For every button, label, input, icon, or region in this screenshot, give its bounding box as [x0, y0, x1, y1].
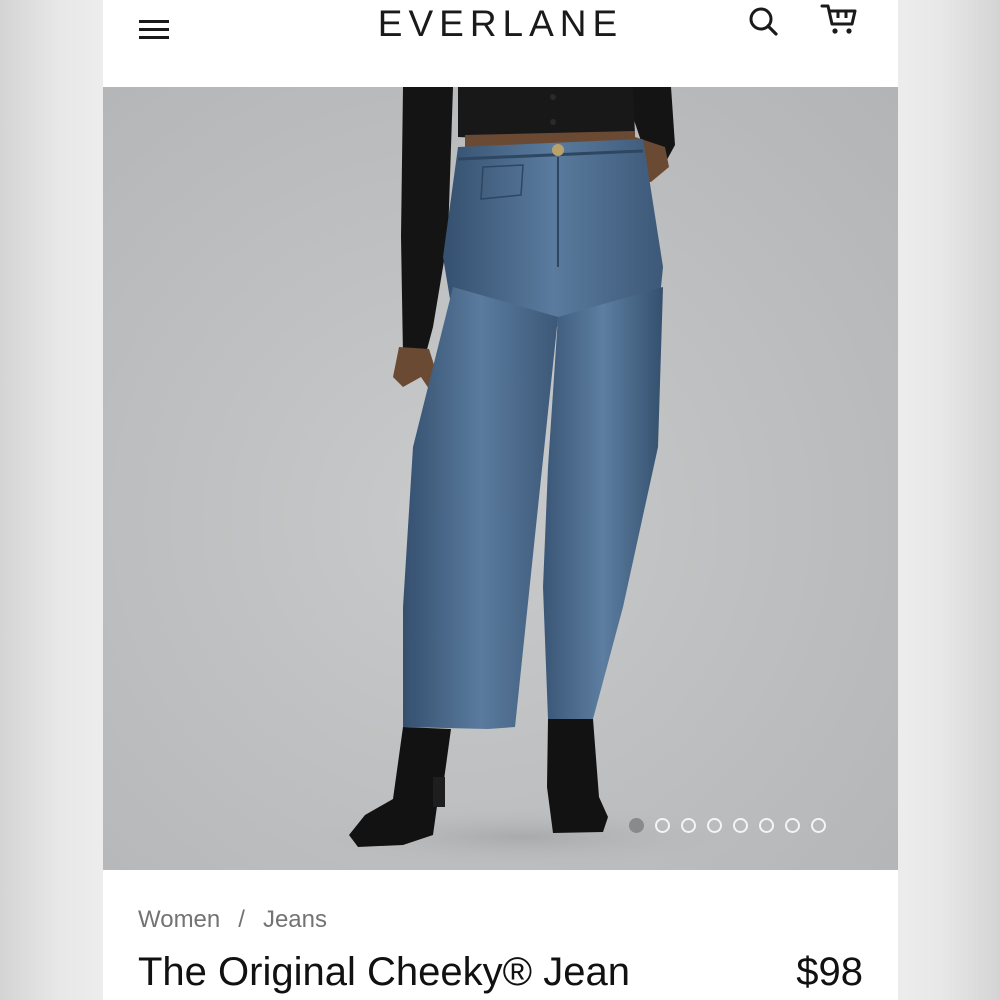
- gallery-dot-5[interactable]: [733, 818, 748, 833]
- cart-button[interactable]: [819, 0, 859, 40]
- gallery-dot-8[interactable]: [811, 818, 826, 833]
- gallery-dot-3[interactable]: [681, 818, 696, 833]
- breadcrumb-women-link[interactable]: Women: [138, 906, 220, 934]
- product-photo: [303, 87, 743, 867]
- product-title: The Original Cheeky® Jean: [138, 950, 630, 994]
- gallery-pagination: [629, 818, 826, 836]
- breadcrumb-jeans-link[interactable]: Jeans: [263, 906, 327, 934]
- gallery-dot-4[interactable]: [707, 818, 722, 833]
- phone-screen: EVERLANE Women / Jeans The Original Chee…: [103, 0, 898, 1000]
- product-image-gallery[interactable]: [103, 87, 898, 870]
- product-info: Women / Jeans The Original Cheeky® Jean …: [103, 870, 898, 1000]
- search-button[interactable]: [746, 4, 780, 38]
- gallery-dot-2[interactable]: [655, 818, 670, 833]
- gallery-dot-6[interactable]: [759, 818, 774, 833]
- cart-icon: [820, 4, 857, 34]
- search-icon: [749, 7, 778, 36]
- breadcrumb: Women / Jeans: [138, 906, 327, 934]
- gallery-dot-1[interactable]: [629, 818, 644, 833]
- product-price: $98: [796, 950, 863, 994]
- gallery-dot-7[interactable]: [785, 818, 800, 833]
- breadcrumb-separator: /: [238, 906, 245, 933]
- site-header: EVERLANE: [103, 0, 898, 87]
